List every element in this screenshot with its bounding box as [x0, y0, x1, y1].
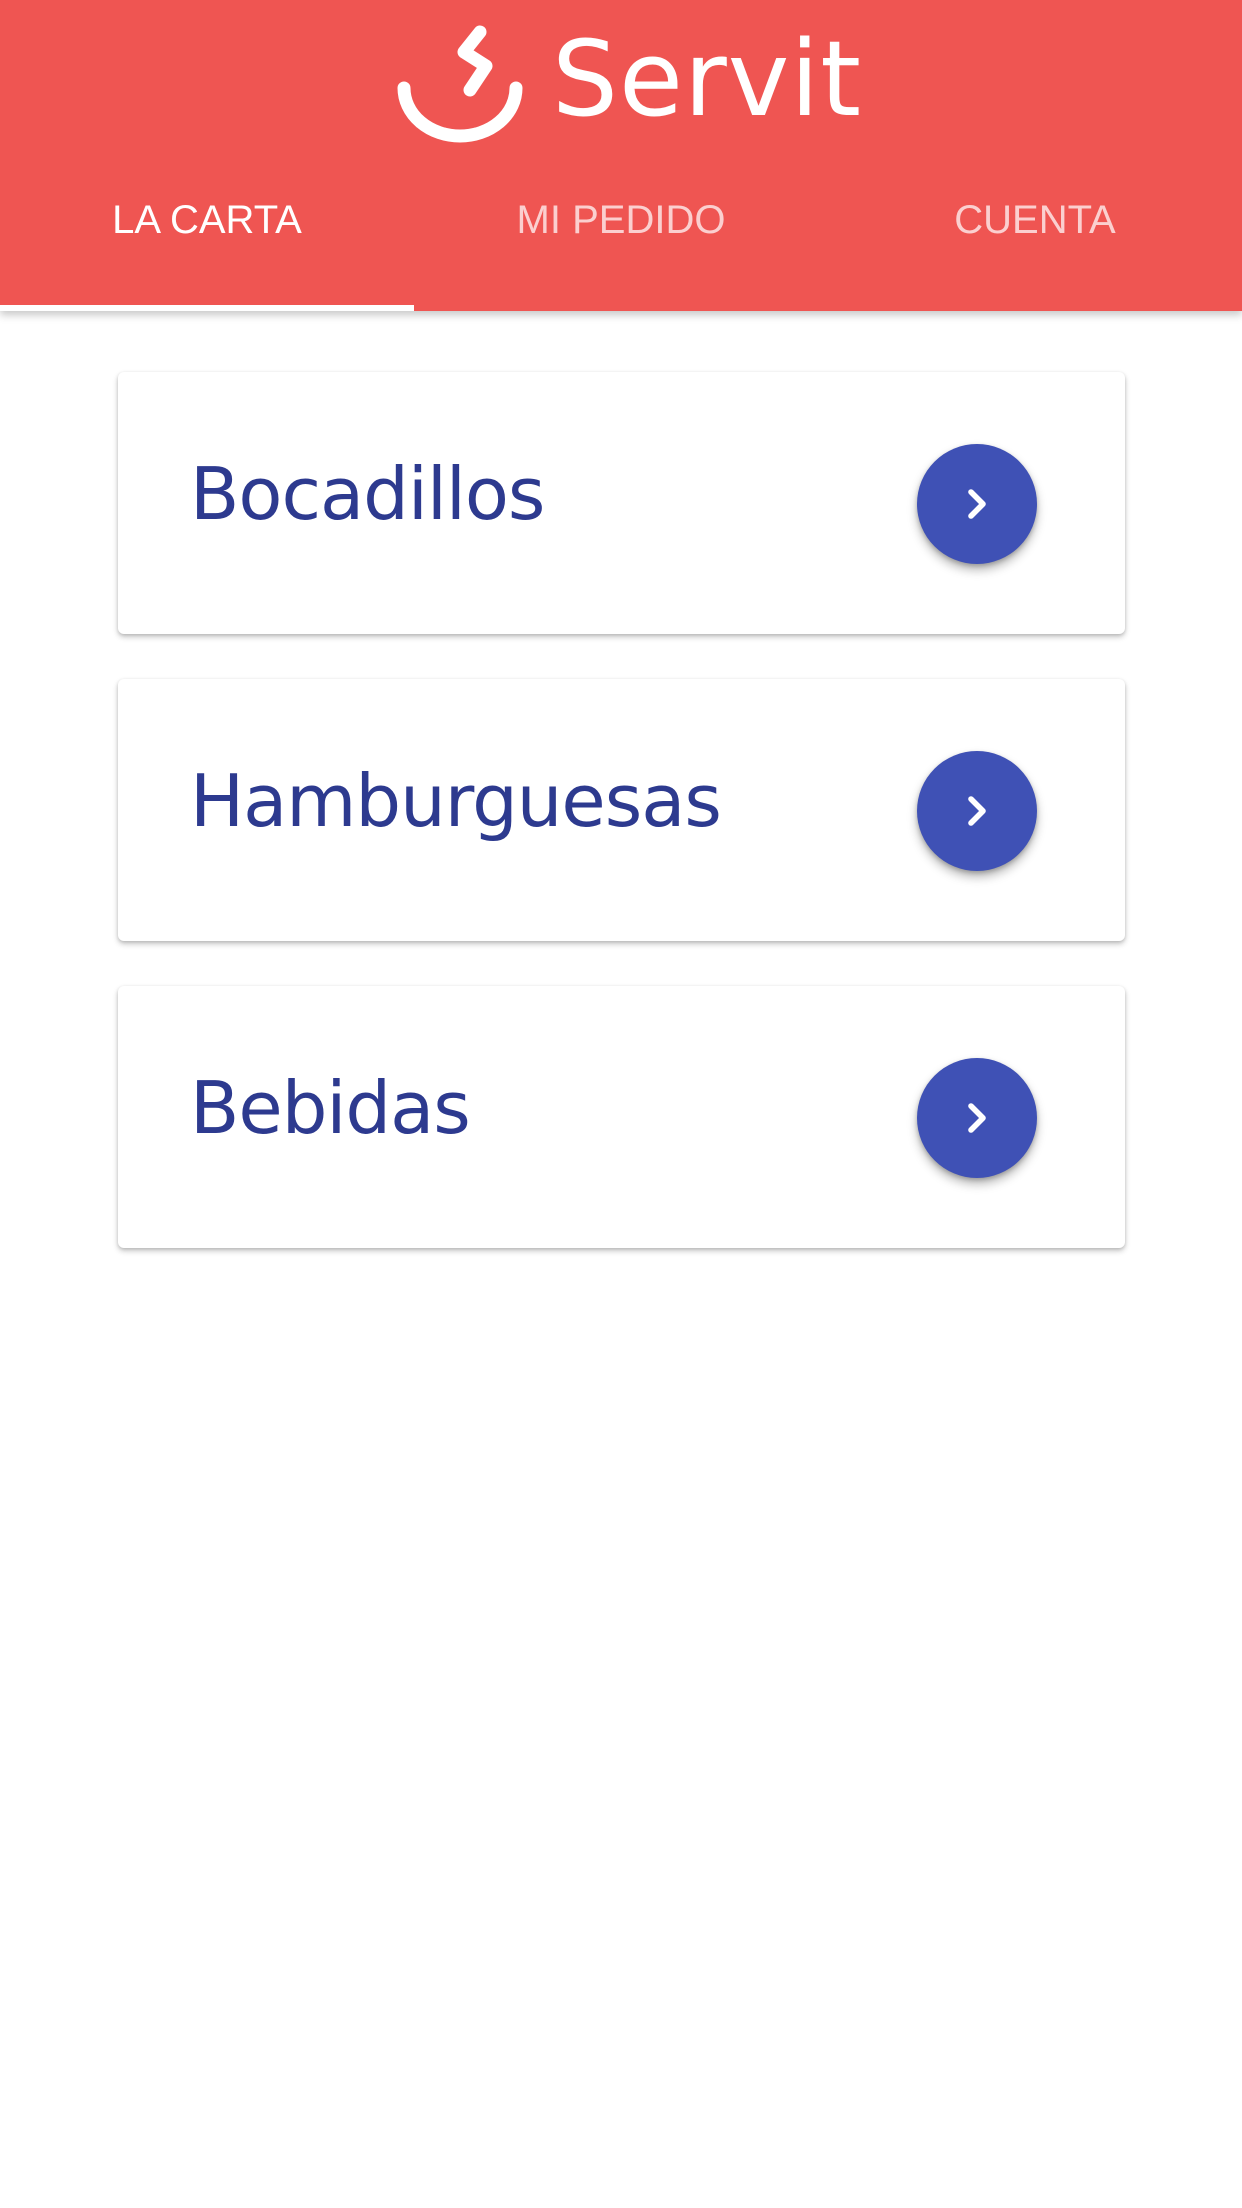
- servit-logo-icon: [397, 25, 523, 143]
- open-category-button[interactable]: [917, 751, 1037, 871]
- open-category-button[interactable]: [917, 1058, 1037, 1178]
- open-category-button[interactable]: [917, 444, 1037, 564]
- category-title: Bocadillos: [190, 452, 545, 536]
- category-list: Bocadillos Hamburguesas Bebidas: [118, 372, 1125, 1293]
- chevron-right-icon: [968, 1103, 986, 1133]
- tab-bar: LA CARTA MI PEDIDO CUENTA: [0, 190, 1242, 311]
- tab-la-carta[interactable]: LA CARTA: [0, 160, 414, 281]
- app-header: Servit LA CARTA MI PEDIDO CUENTA: [0, 0, 1242, 311]
- chevron-right-icon: [968, 796, 986, 826]
- category-card-hamburguesas[interactable]: Hamburguesas: [118, 679, 1125, 941]
- tab-mi-pedido[interactable]: MI PEDIDO: [414, 160, 828, 281]
- chevron-right-icon: [968, 489, 986, 519]
- app-screen: Servit LA CARTA MI PEDIDO CUENTA Bocadil…: [0, 0, 1242, 2208]
- category-title: Bebidas: [190, 1066, 471, 1150]
- active-tab-indicator: [0, 305, 414, 311]
- category-title: Hamburguesas: [190, 759, 722, 843]
- category-card-bebidas[interactable]: Bebidas: [118, 986, 1125, 1248]
- brand: Servit: [390, 18, 862, 148]
- app-title: Servit: [552, 18, 862, 140]
- category-card-bocadillos[interactable]: Bocadillos: [118, 372, 1125, 634]
- tab-cuenta[interactable]: CUENTA: [828, 160, 1242, 281]
